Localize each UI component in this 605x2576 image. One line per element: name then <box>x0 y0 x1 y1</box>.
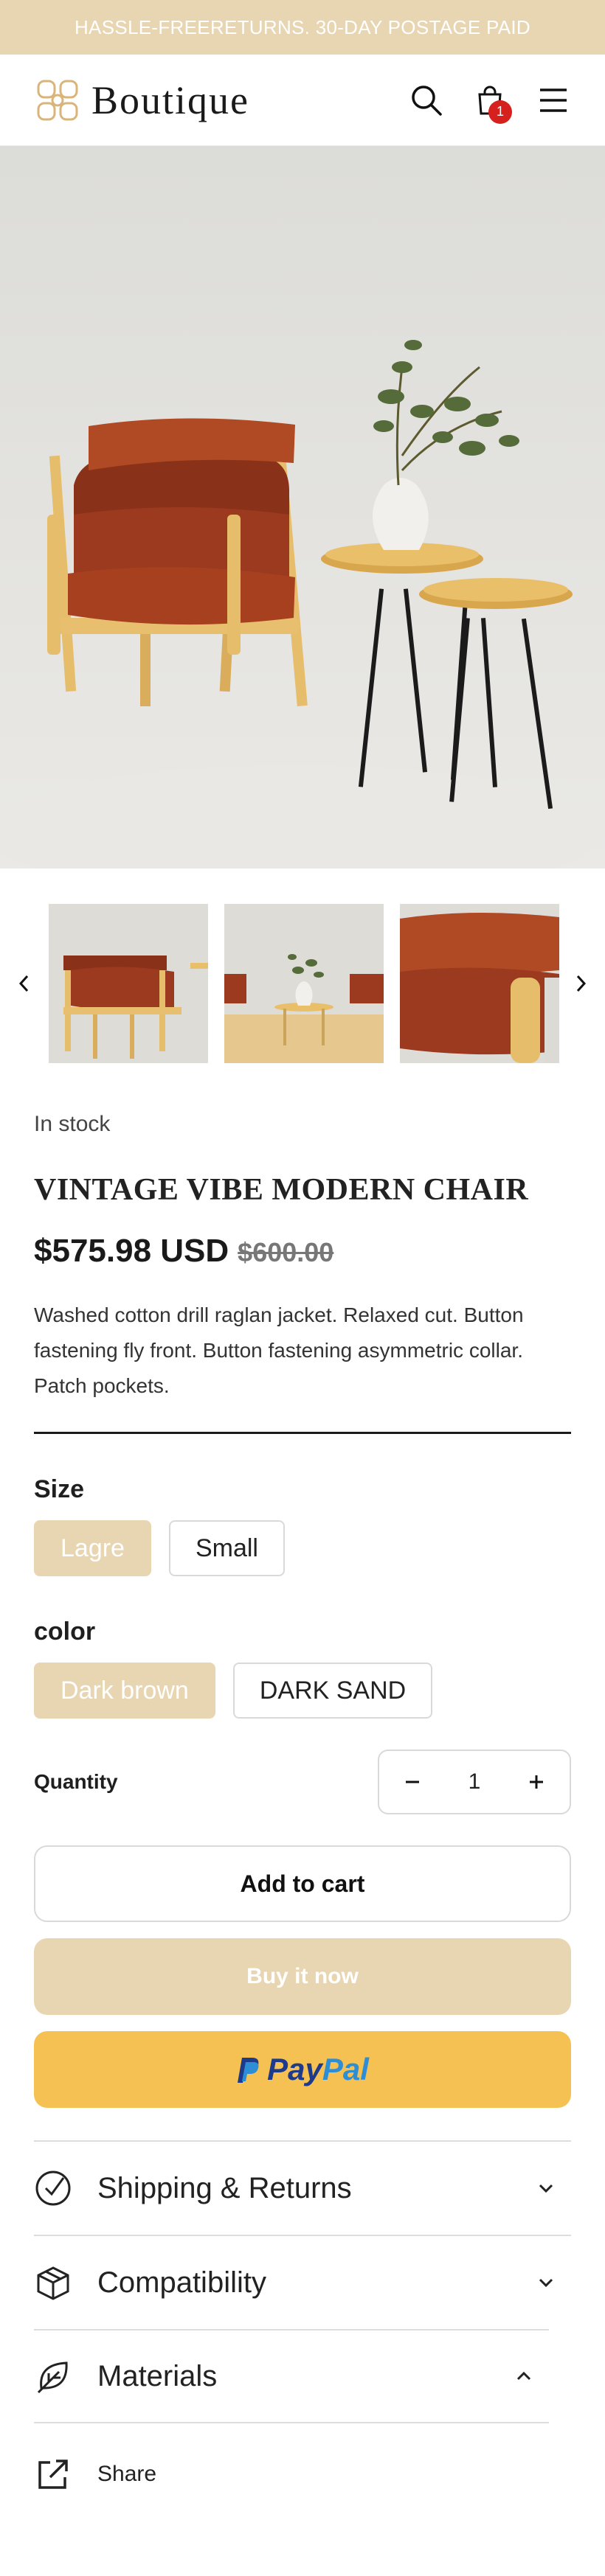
gallery-prev-button[interactable] <box>15 969 34 998</box>
divider <box>34 1432 571 1434</box>
buy-now-button[interactable]: Buy it now <box>34 1938 571 2015</box>
chevron-up-icon <box>516 2371 531 2381</box>
search-icon <box>412 85 442 116</box>
leaf-icon <box>37 2361 68 2394</box>
product-main-image[interactable] <box>0 146 605 868</box>
product-accordion: Shipping & Returns Compatibility Materia… <box>34 2140 571 2423</box>
thumbnail-1[interactable] <box>49 904 208 1063</box>
paypal-logo-text: PayPal <box>267 2052 369 2086</box>
thumbnail-2[interactable] <box>224 904 384 1063</box>
size-options: Lagre Small <box>34 1520 571 1576</box>
search-button[interactable] <box>409 83 444 118</box>
size-option-lagre[interactable]: Lagre <box>34 1520 151 1576</box>
plus-icon[interactable] <box>527 1772 546 1792</box>
menu-icon <box>540 88 567 112</box>
cart-count-badge: 1 <box>488 100 512 124</box>
logo[interactable]: Boutique <box>34 77 249 124</box>
size-option-small[interactable]: Small <box>168 1520 285 1576</box>
box-icon <box>37 2266 69 2300</box>
site-header: Boutique 1 <box>0 55 605 146</box>
sale-price: $575.98 USD <box>34 1233 229 1269</box>
color-option-dark-sand[interactable]: DARK SAND <box>232 1663 433 1719</box>
stock-status: In stock <box>34 1112 111 1136</box>
color-label: color <box>34 1618 96 1646</box>
share-label: Share <box>97 2462 157 2486</box>
paypal-button[interactable]: PayPal <box>34 2031 571 2108</box>
price-row: $575.98 USD $600.00 <box>34 1233 571 1270</box>
chevron-right-icon <box>576 975 587 992</box>
chevron-down-icon <box>539 2278 553 2288</box>
thumbnail-2-image <box>224 904 384 1063</box>
product-info: In stock VINTAGE VIBE MODERN CHAIR $575.… <box>0 1112 605 2525</box>
compare-at-price: $600.00 <box>238 1237 334 1267</box>
chevron-down-icon <box>539 2184 553 2193</box>
product-title: VINTAGE VIBE MODERN CHAIR <box>34 1173 529 1207</box>
accordion-compatibility[interactable]: Compatibility <box>34 2235 571 2329</box>
logo-text: Boutique <box>91 77 249 122</box>
check-circle-icon <box>35 2171 71 2206</box>
accordion-label: Shipping & Returns <box>97 2171 352 2204</box>
quantity-row: Quantity 1 <box>34 1750 571 1814</box>
color-options: Dark brown DARK SAND <box>34 1663 571 1719</box>
add-to-cart-button[interactable]: Add to cart <box>34 1845 571 1922</box>
quantity-value[interactable]: 1 <box>469 1769 481 1795</box>
cart-button[interactable]: 1 <box>472 83 512 124</box>
logo-mark-icon <box>37 80 78 120</box>
accordion-shipping-returns[interactable]: Shipping & Returns <box>34 2140 571 2235</box>
announcement-text: HASSLE-FREERETURNS. 30-DAY POSTAGE PAID <box>74 15 531 38</box>
gallery-next-button[interactable] <box>571 969 590 998</box>
accordion-label: Materials <box>97 2359 218 2392</box>
menu-button[interactable] <box>536 83 571 118</box>
color-option-dark-brown[interactable]: Dark brown <box>34 1663 215 1719</box>
paypal-icon <box>238 2058 259 2083</box>
size-label: Size <box>34 1475 85 1503</box>
accordion-materials[interactable]: Materials <box>34 2329 549 2423</box>
product-description: Washed cotton drill raglan jacket. Relax… <box>34 1303 524 1397</box>
thumbnail-gallery <box>0 868 605 1099</box>
announcement-bar: HASSLE-FREERETURNS. 30-DAY POSTAGE PAID <box>0 0 605 55</box>
minus-icon[interactable] <box>403 1772 422 1792</box>
thumbnail-1-image <box>49 904 208 1063</box>
share-button[interactable]: Share <box>34 2423 571 2525</box>
chair-scene-illustration <box>0 340 605 868</box>
quantity-label: Quantity <box>34 1770 118 1793</box>
share-icon <box>38 2460 68 2489</box>
thumbnail-3[interactable] <box>400 904 559 1063</box>
quantity-stepper: 1 <box>378 1750 571 1814</box>
accordion-label: Compatibility <box>97 2266 266 2299</box>
chevron-left-icon <box>18 975 29 992</box>
thumbnail-3-image <box>400 904 559 1063</box>
